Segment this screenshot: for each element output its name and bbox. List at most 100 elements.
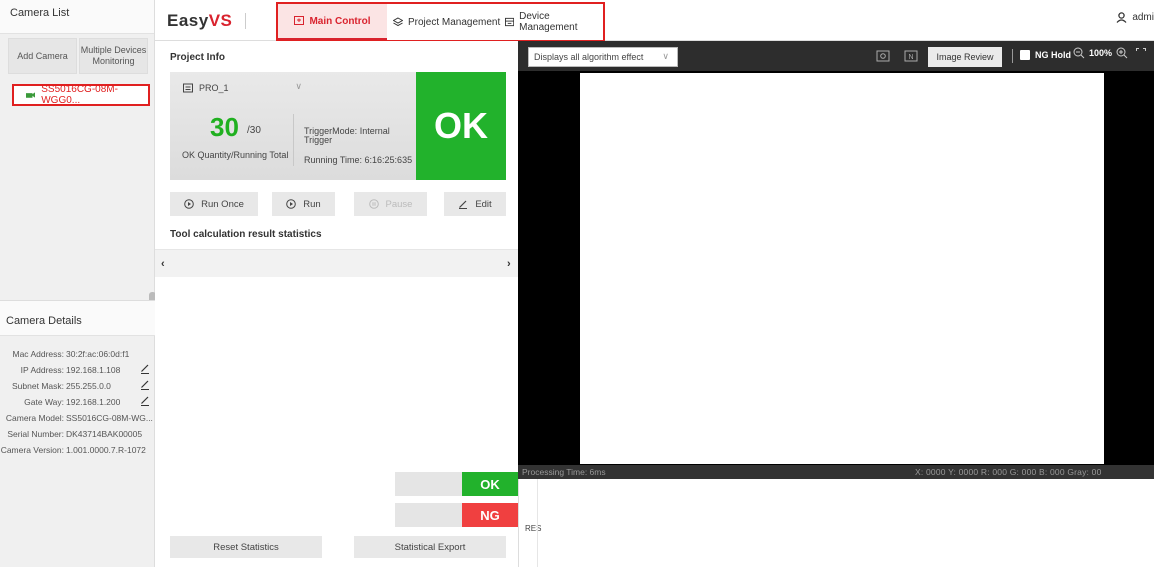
camera-detail-row: Camera Version: 1.001.0000.7.R-1072 xyxy=(0,442,155,458)
detail-value: 1.001.0000.7.R-1072 xyxy=(66,445,146,455)
image-review-button[interactable]: Image Review xyxy=(928,47,1002,67)
layers-icon xyxy=(393,17,403,27)
camera-list-item[interactable]: SS5016CG-08M-WGG0... xyxy=(12,84,150,106)
user-name: admi xyxy=(1132,12,1154,23)
checkbox-icon xyxy=(1020,50,1030,60)
ok-count: 30 xyxy=(210,112,239,142)
logo-divider xyxy=(245,13,246,29)
pause-button[interactable]: Pause xyxy=(354,192,427,216)
detail-value: 192.168.1.108 xyxy=(66,365,121,375)
add-camera-button[interactable]: Add Camera xyxy=(8,38,77,74)
tab-device-management[interactable]: Device Management xyxy=(505,4,603,40)
user-icon xyxy=(1116,12,1127,23)
run-button[interactable]: Run xyxy=(272,192,335,216)
display-effect-select[interactable]: Displays all algorithm effect ∨ xyxy=(528,47,678,67)
fullscreen-icon[interactable] xyxy=(1136,48,1147,58)
image-canvas[interactable] xyxy=(580,73,1104,464)
project-select[interactable]: PRO_1 ∨ xyxy=(180,78,308,98)
card-divider xyxy=(293,114,294,166)
top-bar: EasyVS Main Control Project Management D… xyxy=(155,0,1154,42)
detail-value: DK43714BAK00005 xyxy=(66,429,143,439)
camera-icon xyxy=(26,92,36,98)
camera-details-list: Mac Address: 30:2f:ac:06:0d:f1 IP Address:… xyxy=(0,346,155,458)
camera-item-label: SS5016CG-08M-WGG0... xyxy=(41,84,118,106)
camera-detail-row: IP Address: 192.168.1.108 xyxy=(0,362,155,378)
tab-project-management[interactable]: Project Management xyxy=(393,4,500,40)
zoom-in-icon[interactable] xyxy=(1116,47,1128,59)
detail-value: SS5016CG-08M-WG... xyxy=(66,413,153,423)
total-count: /30 xyxy=(247,125,261,136)
ng-result-label: NG xyxy=(462,503,518,527)
reset-statistics-button[interactable]: Reset Statistics xyxy=(170,536,322,558)
result-log-label: RES xyxy=(525,524,542,533)
pencil-icon xyxy=(459,200,468,209)
viewer-toolbar: Displays all algorithm effect ∨ N Image … xyxy=(518,41,1154,71)
svg-text:N: N xyxy=(909,54,914,61)
detail-value: 192.168.1.200 xyxy=(66,397,121,407)
chevron-down-icon: ∨ xyxy=(295,81,302,91)
detail-label: Gate Way: xyxy=(24,397,64,407)
tool-stats-title: Tool calculation result statistics xyxy=(170,229,322,240)
zoom-out-icon[interactable] xyxy=(1073,47,1085,59)
camera-detail-row: Gate Way: 192.168.1.200 xyxy=(0,394,155,410)
camera-list-title: Camera List xyxy=(0,0,154,34)
project-info-title: Project Info xyxy=(170,52,226,63)
detail-label: Subnet Mask: xyxy=(12,381,64,391)
edit-button[interactable]: Edit xyxy=(444,192,506,216)
processing-time: Processing Time: 6ms xyxy=(522,467,606,477)
status-ok-indicator: OK xyxy=(416,72,506,180)
camera-detail-row: Subnet Mask: 255.255.0.0 xyxy=(0,378,155,394)
tab-main-control[interactable]: Main Control xyxy=(278,4,387,40)
zoom-level: 100% xyxy=(1089,48,1113,58)
ok-quantity-label: OK Quantity/Running Total xyxy=(182,150,289,160)
device-icon xyxy=(505,17,515,27)
run-once-button[interactable]: Run Once xyxy=(170,192,258,216)
edit-pencil-icon[interactable] xyxy=(140,396,150,406)
camera-detail-row: Serial Number: DK43714BAK00005 xyxy=(0,426,155,442)
running-time: Running Time: 6:16:25:635 xyxy=(304,155,413,165)
project-icon xyxy=(183,83,193,93)
play-circle-icon xyxy=(286,199,297,209)
camera-detail-row: Mac Address: 30:2f:ac:06:0d:f1 xyxy=(0,346,155,362)
pixel-coordinates: X: 0000 Y: 0000 R: 000 G: 000 B: 000 Gra… xyxy=(915,467,1102,477)
project-info-card: PRO_1 ∨ 30 /30 OK Quantity/Running Total… xyxy=(170,72,506,180)
prev-arrow-icon[interactable]: ‹ xyxy=(161,258,165,270)
camera-detail-row: Camera Model: SS5016CG-08M-WG... xyxy=(0,410,155,426)
nav-tabs: Main Control Project Management Device M… xyxy=(276,2,605,42)
detail-label: Mac Address: xyxy=(12,349,65,359)
ok-result-bar: OK xyxy=(395,472,518,496)
ng-image-icon[interactable]: N xyxy=(904,49,918,63)
detail-label: Camera Version: xyxy=(0,445,64,455)
user-menu[interactable]: admi xyxy=(1116,12,1154,23)
statistical-export-button[interactable]: Statistical Export xyxy=(354,536,506,558)
pause-circle-icon xyxy=(368,199,379,209)
detail-value: 255.255.0.0 xyxy=(66,381,111,391)
viewer-statusbar: Processing Time: 6ms X: 0000 Y: 0000 R: … xyxy=(518,465,1154,479)
detail-label: IP Address: xyxy=(20,365,64,375)
project-panel: Project Info PRO_1 ∨ 30 /30 OK Quantity/… xyxy=(155,41,518,567)
log-divider xyxy=(537,479,538,567)
detail-label: Camera Model: xyxy=(5,413,64,423)
app-logo: EasyVS xyxy=(167,11,233,30)
detail-label: Serial Number: xyxy=(7,429,64,439)
image-viewer: Displays all algorithm effect ∨ N Image … xyxy=(518,41,1154,567)
ng-hold-checkbox[interactable]: NG Hold xyxy=(1020,50,1071,60)
tool-stats-tabbar: ‹ › xyxy=(155,249,518,277)
camera-list-panel: Camera List Add Camera Multiple Devices … xyxy=(0,0,156,567)
result-log-panel: RES xyxy=(518,479,1154,567)
multiple-devices-monitoring-button[interactable]: Multiple Devices Monitoring xyxy=(79,38,148,74)
ng-result-bar: NG xyxy=(395,503,518,527)
ok-result-label: OK xyxy=(462,472,518,496)
edit-pencil-icon[interactable] xyxy=(140,380,150,390)
next-arrow-icon[interactable]: › xyxy=(507,258,511,270)
capture-icon[interactable] xyxy=(876,49,890,63)
zoom-controls: 100% xyxy=(1073,47,1147,59)
detail-value: 30:2f:ac:06:0d:f1 xyxy=(66,349,130,359)
edit-pencil-icon[interactable] xyxy=(140,364,150,374)
trigger-mode: TriggerMode: Internal Trigger xyxy=(304,126,390,145)
monitor-icon xyxy=(294,16,305,25)
toolbar-divider xyxy=(1012,49,1013,63)
play-circle-icon xyxy=(184,199,194,209)
chevron-down-icon: ∨ xyxy=(662,51,669,61)
camera-details-title: Camera Details xyxy=(0,300,155,336)
